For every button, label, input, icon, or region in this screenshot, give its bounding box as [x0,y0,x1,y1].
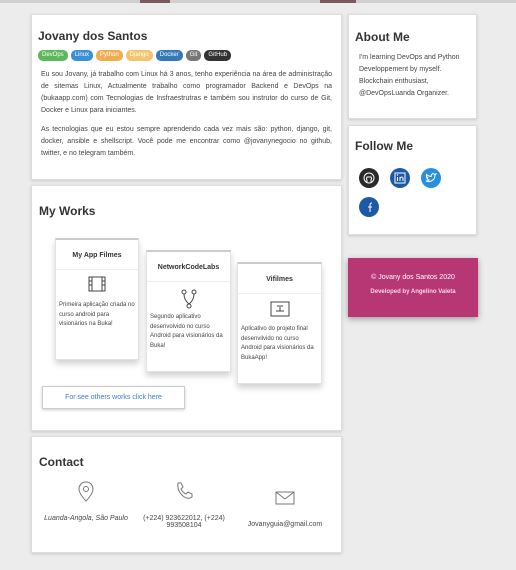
mail-icon [234,491,336,511]
github-icon[interactable] [359,168,379,188]
see-more-works-button[interactable]: For see others works click here [42,386,185,409]
contact-phone: (+224) 923622012, (+224) 993508104 [134,481,234,529]
intro-paragraph-2: As tecnologias que eu estou sempre apren… [41,126,332,157]
phone-icon [134,481,234,505]
copyright-text: © Jovany dos Santos 2020 [371,274,455,281]
tag-django[interactable]: Django [125,50,153,61]
tag-linux[interactable]: Linux [70,50,94,61]
developed-by-text: Developed by Angelino Valeta [370,289,456,295]
works-card: My Works My App Filmes Primeira aplicaçã… [31,185,342,431]
about-text: I'm learning DevOps and Python Developpe… [359,54,460,97]
tag-python[interactable]: Python [96,50,123,61]
top-bar [0,0,516,3]
work-description: Aplicativo do projeto final desenvilvido… [241,326,314,361]
work-description: Primeira aplicação criada no curso andro… [59,302,135,327]
profile-name: Jovany dos Santos [38,29,148,43]
work-title: My App Filmes [56,240,138,270]
location-text: Luanda-Angola, São Paulo [44,515,128,522]
email-text[interactable]: Jovanyguia@gmail.com [234,521,336,528]
work-description: Segundo aplicativo desenvolvido no curso… [150,314,223,349]
about-card: About Me I'm learning DevOps and Python … [348,14,477,119]
work-card-my-app-filmes[interactable]: My App Filmes Primeira aplicação criada … [55,238,139,360]
intro-paragraph-1: Eu sou Jovany, já trabalho com Linux há … [41,71,332,114]
follow-heading: Follow Me [355,139,413,153]
intro-card: Jovany dos Santos DevOps Linux Python Dj… [31,14,342,180]
tag-git[interactable]: Git [185,50,202,61]
git-branch-icon [147,288,230,310]
contact-email: Jovanyguia@gmail.com [234,491,336,528]
contact-location: Luanda-Angola, São Paulo [44,481,128,522]
tag-docker[interactable]: Docker [155,50,183,61]
work-card-vifilmes[interactable]: Vifilmes Aplicativo do projeto final des… [237,262,322,384]
work-card-networkcodelabs[interactable]: NetworkCodeLabs Segundo aplicativo desen… [146,250,231,372]
film-icon [56,276,138,298]
tag-devops[interactable]: DevOps [38,50,68,61]
contact-heading: Contact [39,455,84,469]
follow-card: Follow Me [348,125,477,235]
footer-card: © Jovany dos Santos 2020 Developed by An… [348,258,478,317]
twitter-icon[interactable] [421,168,441,188]
work-title: NetworkCodeLabs [147,252,230,282]
location-pin-icon [44,481,128,505]
facebook-icon[interactable] [359,197,379,217]
tag-github[interactable]: GitHub [204,50,232,61]
works-heading: My Works [39,204,96,218]
work-title: Vifilmes [238,264,321,294]
skill-tags: DevOps Linux Python Django Docker Git Gi… [38,50,332,61]
document-icon [238,300,321,322]
contact-card: Contact Luanda-Angola, São Paulo (+224) … [31,436,342,553]
about-heading: About Me [355,30,410,44]
linkedin-icon[interactable] [390,168,410,188]
phone-text[interactable]: (+224) 923622012, (+224) 993508104 [134,515,234,529]
